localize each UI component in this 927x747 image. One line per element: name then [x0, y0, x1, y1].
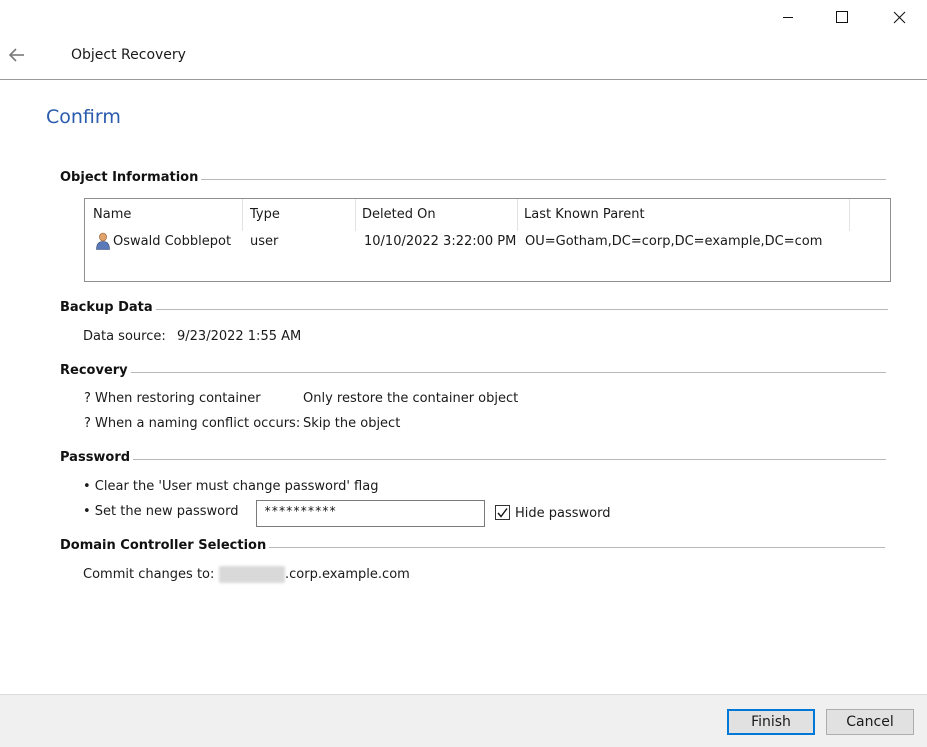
back-arrow-icon [8, 48, 24, 62]
section-password: Password [60, 450, 886, 466]
section-backup-data: Backup Data [60, 300, 888, 316]
cancel-button[interactable]: Cancel [826, 709, 914, 735]
hide-password-label[interactable]: Hide password [515, 506, 611, 521]
user-icon [96, 232, 110, 250]
section-title: Backup Data [60, 300, 156, 315]
section-title: Domain Controller Selection [60, 538, 270, 553]
naming-conflict-label: ? When a naming conflict occurs: [84, 416, 301, 431]
window-title: Object Recovery [71, 47, 186, 63]
column-header-last-known-parent[interactable]: Last Known Parent [524, 207, 645, 222]
close-icon [893, 11, 905, 23]
section-recovery: Recovery [60, 363, 886, 379]
clear-flag-option[interactable]: • Clear the 'User must change password' … [83, 479, 378, 494]
section-title: Password [60, 450, 134, 465]
column-divider[interactable] [849, 199, 850, 231]
restoring-container-value: Only restore the container object [303, 391, 519, 406]
cell-deleted-on: 10/10/2022 3:22:00 PM [364, 234, 517, 249]
column-header-name[interactable]: Name [93, 207, 131, 222]
cell-type: user [250, 234, 279, 249]
section-dc-selection: Domain Controller Selection [60, 538, 885, 554]
column-divider[interactable] [517, 199, 518, 231]
close-button[interactable] [876, 0, 922, 34]
back-button[interactable] [6, 44, 28, 66]
column-header-type[interactable]: Type [250, 207, 280, 222]
footer-bar: Finish Cancel [0, 694, 927, 747]
minimize-button[interactable] [765, 0, 811, 34]
restoring-container-label: ? When restoring container [84, 391, 261, 406]
commit-changes-value: .corp.example.com [285, 567, 410, 582]
column-header-deleted-on[interactable]: Deleted On [362, 207, 436, 222]
column-divider[interactable] [355, 199, 356, 231]
commit-changes-label: Commit changes to: [83, 567, 215, 582]
cell-name: Oswald Cobblepot [113, 234, 232, 249]
maximize-icon [836, 11, 848, 23]
checkmark-icon [497, 508, 508, 518]
cell-last-known-parent: OU=Gotham,DC=corp,DC=example,DC=com [525, 234, 823, 249]
new-password-field[interactable]: ********** [256, 500, 485, 527]
naming-conflict-value: Skip the object [303, 416, 401, 431]
section-rule [60, 372, 886, 373]
section-rule [60, 309, 888, 310]
data-source-label: Data source: [83, 329, 166, 344]
maximize-button[interactable] [819, 0, 865, 34]
data-source-value: 9/23/2022 1:55 AM [177, 329, 302, 344]
page-heading: Confirm [46, 106, 121, 128]
column-divider[interactable] [242, 199, 243, 231]
finish-button[interactable]: Finish [727, 709, 815, 735]
section-object-information: Object Information [60, 170, 886, 186]
header-divider [0, 79, 927, 80]
minimize-icon [783, 17, 793, 18]
object-list[interactable]: Name Type Deleted On Last Known Parent O… [84, 198, 891, 282]
section-title: Object Information [60, 170, 202, 185]
section-rule [60, 459, 886, 460]
section-title: Recovery [60, 363, 131, 378]
hide-password-checkbox[interactable] [495, 505, 510, 520]
set-new-password-option[interactable]: • Set the new password [83, 504, 238, 519]
redacted-hostname [219, 566, 285, 583]
